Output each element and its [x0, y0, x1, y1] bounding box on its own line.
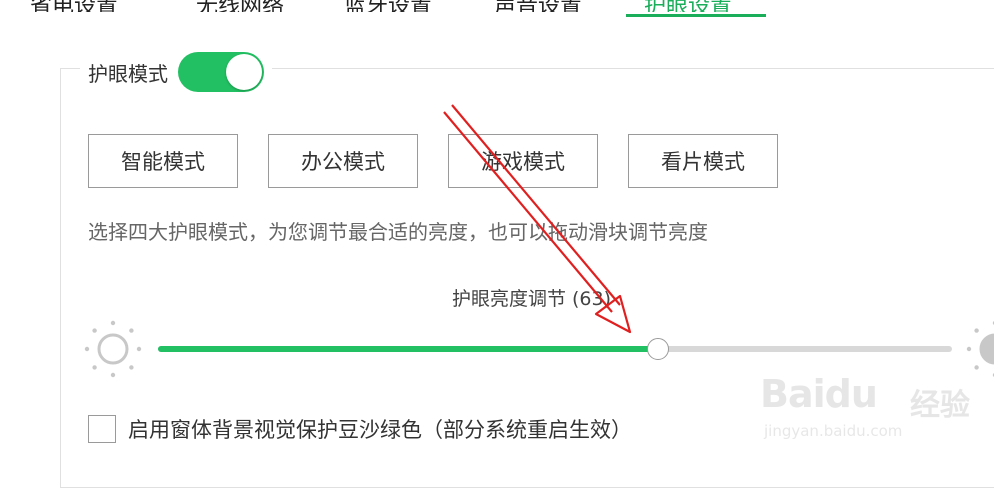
- eye-care-header: 护眼模式: [80, 50, 272, 94]
- brightness-label-text: 护眼亮度调节: [452, 288, 567, 310]
- toggle-knob: [226, 54, 262, 90]
- tab-eye-care[interactable]: 护眼设置: [644, 0, 732, 12]
- office-mode-button[interactable]: 办公模式: [268, 134, 418, 188]
- watermark-brand: Baidu: [760, 372, 878, 416]
- watermark-url: jingyan.baidu.com: [764, 422, 903, 440]
- tab-power[interactable]: 省电设置: [30, 0, 118, 12]
- baidu-watermark: Baidu 经验 jingyan.baidu.com: [760, 360, 980, 450]
- brightness-slider-fill: [158, 346, 658, 352]
- eye-care-title: 护眼模式: [88, 61, 168, 86]
- brightness-low-icon: [84, 320, 142, 378]
- brightness-label: 护眼亮度调节 (63): [452, 284, 611, 311]
- brightness-slider-track[interactable]: [158, 338, 952, 360]
- bean-green-option[interactable]: 启用窗体背景视觉保护豆沙绿色（部分系统重启生效）: [88, 414, 632, 444]
- watermark-brand-cn: 经验: [910, 388, 970, 423]
- tab-bluetooth[interactable]: 蓝牙设置: [344, 0, 432, 12]
- mode-description: 选择四大护眼模式，为您调节最合适的亮度，也可以拖动滑块调节亮度: [88, 220, 708, 244]
- tab-sound[interactable]: 声音设置: [494, 0, 582, 12]
- active-tab-indicator: [626, 14, 766, 17]
- eye-care-toggle[interactable]: [178, 52, 264, 92]
- movie-mode-button[interactable]: 看片模式: [628, 134, 778, 188]
- tab-wireless[interactable]: 无线网络: [196, 0, 284, 12]
- smart-mode-button[interactable]: 智能模式: [88, 134, 238, 188]
- bean-green-label: 启用窗体背景视觉保护豆沙绿色（部分系统重启生效）: [128, 418, 632, 442]
- brightness-slider-thumb[interactable]: [647, 338, 669, 360]
- top-tab-bar: 省电设置 无线网络 蓝牙设置 声音设置 护眼设置: [0, 0, 994, 20]
- brightness-value-text: (63): [572, 288, 612, 310]
- bean-green-checkbox[interactable]: [88, 415, 116, 443]
- game-mode-button[interactable]: 游戏模式: [448, 134, 598, 188]
